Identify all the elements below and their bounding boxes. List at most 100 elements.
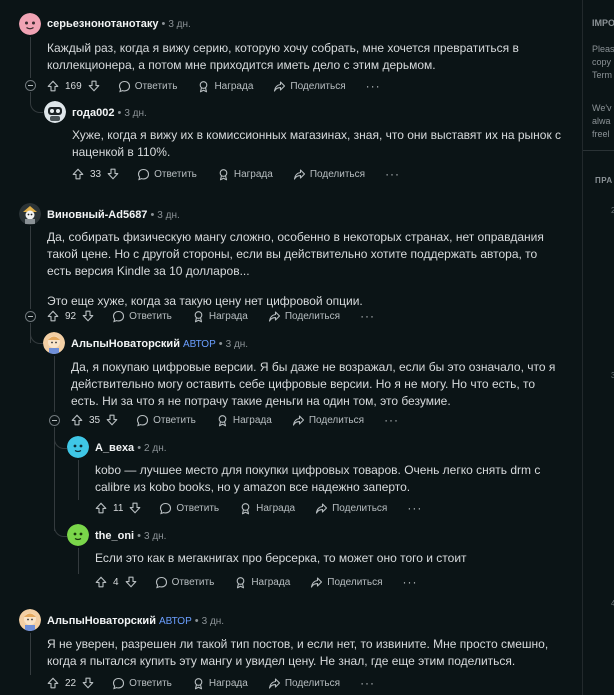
sidebar-text: copy <box>592 57 612 67</box>
award-button[interactable]: Награда <box>197 80 253 93</box>
upvote-icon[interactable] <box>72 168 84 180</box>
share-button[interactable]: Поделиться <box>268 677 340 690</box>
upvote-icon[interactable] <box>95 502 107 514</box>
share-icon <box>293 168 306 181</box>
comment-age: 3 дн. <box>201 616 225 627</box>
comment-icon <box>112 677 125 690</box>
upvote-icon[interactable] <box>47 677 59 689</box>
share-button[interactable]: Поделиться <box>292 414 364 427</box>
vote-count: 35 <box>89 414 101 426</box>
comment-actions: 33 Ответить Награда Поделиться ··· <box>72 165 400 183</box>
share-button[interactable]: Поделиться <box>273 80 346 93</box>
share-icon <box>310 576 323 589</box>
comment-author[interactable]: серьезнонотанотаку <box>47 18 158 30</box>
avatar[interactable] <box>43 332 65 354</box>
award-button[interactable]: Награда <box>192 677 248 690</box>
more-options-button[interactable]: ··· <box>366 79 381 93</box>
vote-count: 33 <box>90 168 102 180</box>
comment-age: 3 дн. <box>157 210 180 221</box>
award-button[interactable]: Награда <box>239 502 295 515</box>
comment-thread: серьезнонотанотаку • 3 дн. Каждый раз, ког… <box>0 0 582 695</box>
share-button[interactable]: Поделиться <box>310 576 383 589</box>
award-icon <box>239 502 252 515</box>
reply-button[interactable]: Ответить <box>155 576 214 589</box>
share-button[interactable]: Поделиться <box>268 310 340 323</box>
comment-actions: 169 Ответить Награда Поделиться ··· <box>47 77 381 95</box>
vote-control: 169 <box>47 80 100 92</box>
downvote-icon[interactable] <box>82 677 94 689</box>
thread-branch <box>30 92 43 113</box>
reply-button[interactable]: Ответить <box>137 168 197 181</box>
comment-author[interactable]: A_вexa <box>95 442 134 454</box>
more-options-button[interactable]: ··· <box>403 575 418 589</box>
avatar[interactable] <box>19 609 41 631</box>
avatar[interactable] <box>44 101 66 123</box>
more-options-button[interactable]: ··· <box>360 676 375 690</box>
sidebar-text: We'v <box>592 103 612 113</box>
downvote-icon[interactable] <box>106 414 118 426</box>
more-options-button[interactable]: ··· <box>407 501 422 515</box>
comment-author[interactable]: Виновный-Ad5687 <box>47 209 147 221</box>
sidebar-text: alwa <box>592 116 611 126</box>
award-button[interactable]: Награда <box>217 168 273 181</box>
thread-line[interactable] <box>30 226 31 309</box>
award-button[interactable]: Награда <box>192 310 248 323</box>
avatar[interactable] <box>67 436 89 458</box>
vote-count: 92 <box>65 310 77 322</box>
vote-control: 11 <box>95 502 141 514</box>
share-button[interactable]: Поделиться <box>293 168 365 181</box>
award-button[interactable]: Награда <box>216 414 272 427</box>
comment-text: Да, я покупаю цифровые версии. Я бы даже… <box>71 360 556 408</box>
downvote-icon[interactable] <box>82 310 94 322</box>
comment-author[interactable]: года002 <box>72 107 114 119</box>
op-badge: АВТОР <box>158 616 192 627</box>
upvote-icon[interactable] <box>47 80 59 92</box>
sidebar-link[interactable]: Term <box>592 69 612 81</box>
comment-body: kobo — лучшее место для покупки цифровых… <box>95 462 565 496</box>
more-options-button[interactable]: ··· <box>384 413 399 427</box>
comment-author[interactable]: АльпыНоваторский <box>71 338 180 350</box>
thread-branch <box>30 323 43 344</box>
comment-icon <box>137 168 150 181</box>
share-icon <box>315 502 328 515</box>
thread-line[interactable] <box>30 633 31 675</box>
comment-text: kobo — лучшее место для покупки цифровых… <box>95 463 541 494</box>
upvote-icon[interactable] <box>95 576 107 588</box>
thread-line[interactable] <box>78 460 79 500</box>
avatar[interactable] <box>67 524 89 546</box>
comment-author[interactable]: the_oni <box>95 530 134 542</box>
upvote-icon[interactable] <box>71 414 83 426</box>
award-button[interactable]: Награда <box>234 576 290 589</box>
downvote-icon[interactable] <box>88 80 100 92</box>
collapse-thread-button[interactable] <box>25 80 36 91</box>
reply-button[interactable]: Ответить <box>159 502 219 515</box>
collapse-thread-button[interactable] <box>25 311 36 322</box>
sidebar-divider <box>583 150 614 151</box>
comment-icon <box>155 576 168 589</box>
downvote-icon[interactable] <box>107 168 119 180</box>
more-options-button[interactable]: ··· <box>385 167 400 181</box>
vote-control: 35 <box>71 414 118 426</box>
award-icon <box>197 80 210 93</box>
thread-line[interactable] <box>78 548 79 574</box>
award-icon <box>234 576 247 589</box>
avatar[interactable] <box>19 13 41 35</box>
collapse-thread-button[interactable] <box>49 415 60 426</box>
comment-actions: 35 Ответить Награда Поделиться ··· <box>71 411 399 429</box>
reply-button[interactable]: Ответить <box>112 677 172 690</box>
thread-branch <box>54 427 67 449</box>
reply-button[interactable]: Ответить <box>118 80 177 93</box>
share-icon <box>268 677 281 690</box>
thread-line[interactable] <box>54 356 55 412</box>
upvote-icon[interactable] <box>47 310 59 322</box>
share-button[interactable]: Поделиться <box>315 502 387 515</box>
thread-line[interactable] <box>30 37 31 78</box>
comment-author[interactable]: АльпыНоваторский <box>47 615 156 627</box>
reply-button[interactable]: Ответить <box>112 310 172 323</box>
reply-button[interactable]: Ответить <box>136 414 196 427</box>
share-icon <box>273 80 286 93</box>
more-options-button[interactable]: ··· <box>360 309 375 323</box>
downvote-icon[interactable] <box>129 502 141 514</box>
avatar[interactable] <box>19 203 41 225</box>
downvote-icon[interactable] <box>125 576 137 588</box>
